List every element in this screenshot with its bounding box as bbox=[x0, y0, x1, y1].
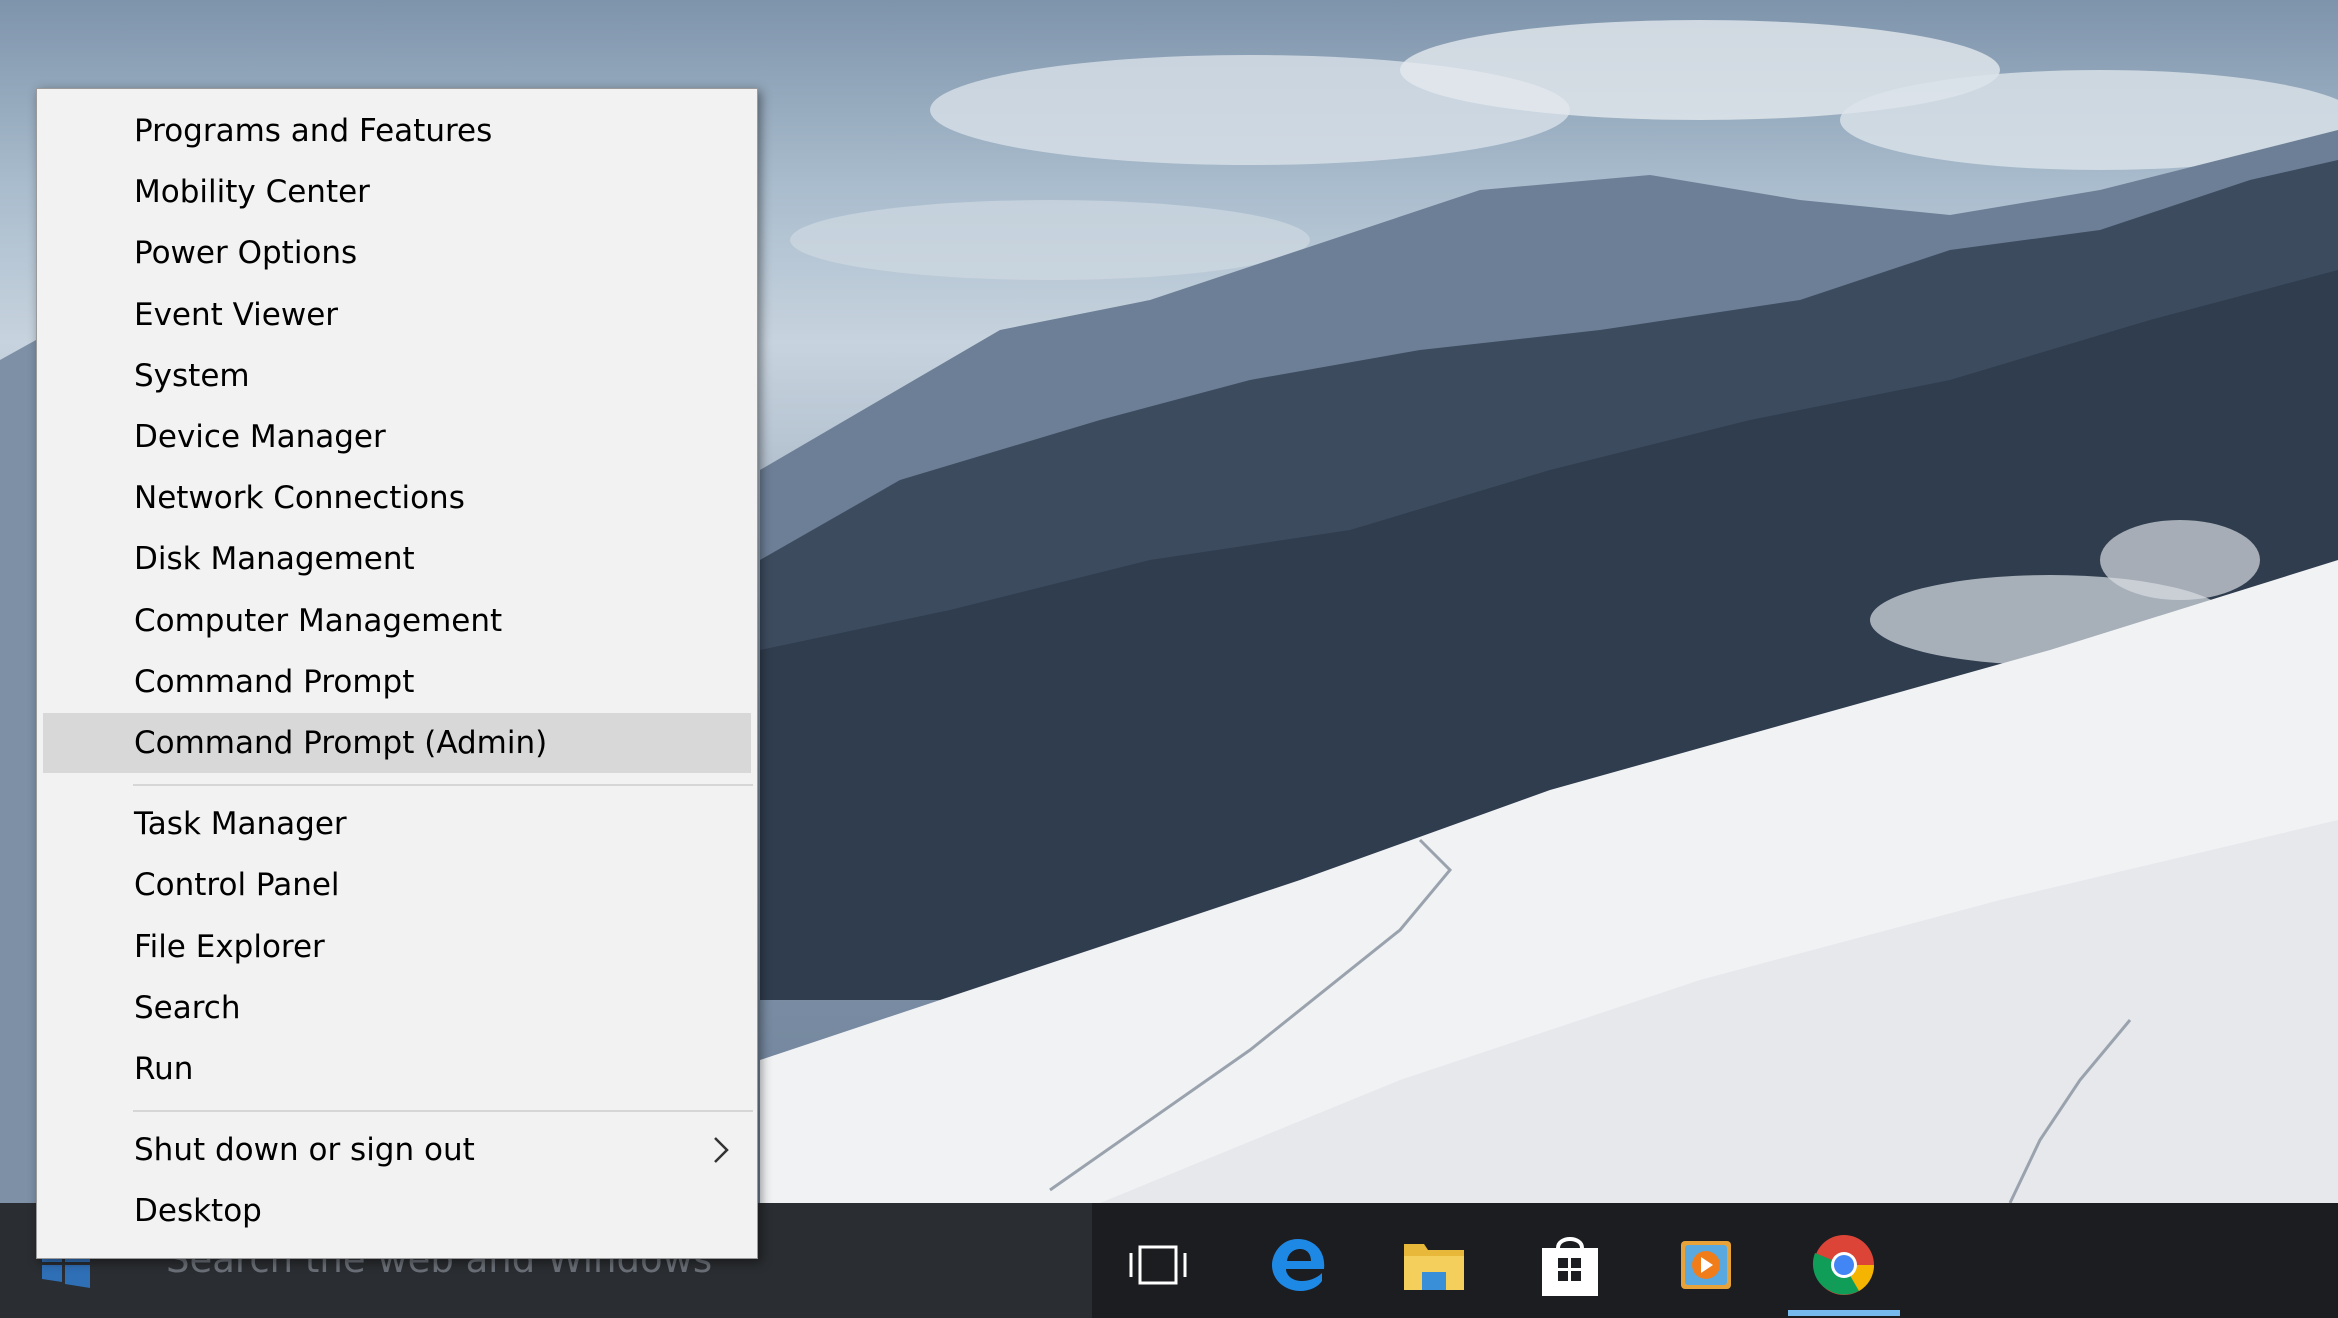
menu-item-label: Search bbox=[134, 989, 241, 1026]
menu-item-run[interactable]: Run bbox=[43, 1039, 751, 1099]
menu-item-label: Desktop bbox=[134, 1193, 262, 1230]
menu-item-device-manager[interactable]: Device Manager bbox=[43, 407, 751, 467]
menu-item-command-prompt[interactable]: Command Prompt bbox=[43, 652, 751, 712]
menu-item-programs-and-features[interactable]: Programs and Features bbox=[43, 101, 751, 161]
menu-item-label: Disk Management bbox=[134, 541, 415, 578]
menu-item-label: File Explorer bbox=[134, 928, 325, 965]
menu-item-desktop[interactable]: Desktop bbox=[43, 1181, 751, 1241]
menu-item-disk-management[interactable]: Disk Management bbox=[43, 529, 751, 589]
menu-item-label: Control Panel bbox=[134, 867, 340, 904]
store-icon[interactable] bbox=[1524, 1222, 1616, 1308]
menu-item-label: Command Prompt bbox=[134, 663, 415, 700]
menu-item-mobility-center[interactable]: Mobility Center bbox=[43, 162, 751, 222]
menu-item-label: Run bbox=[134, 1051, 194, 1087]
menu-item-shut-down-or-sign-out[interactable]: Shut down or sign out bbox=[43, 1120, 751, 1180]
menu-item-label: Device Manager bbox=[134, 419, 386, 455]
menu-item-search[interactable]: Search bbox=[43, 978, 751, 1038]
menu-item-label: Power Options bbox=[134, 235, 358, 272]
file-explorer-icon[interactable] bbox=[1388, 1222, 1480, 1308]
menu-item-power-options[interactable]: Power Options bbox=[43, 223, 751, 283]
media-player-icon[interactable] bbox=[1660, 1222, 1752, 1308]
menu-item-label: Computer Management bbox=[134, 602, 503, 639]
menu-item-label: Task Manager bbox=[134, 806, 347, 843]
menu-item-label: Shut down or sign out bbox=[134, 1132, 475, 1169]
menu-item-label: Event Viewer bbox=[134, 296, 339, 333]
menu-item-event-viewer[interactable]: Event Viewer bbox=[43, 285, 751, 345]
menu-item-label: System bbox=[134, 357, 250, 394]
chrome-icon[interactable] bbox=[1798, 1222, 1890, 1308]
menu-item-task-manager[interactable]: Task Manager bbox=[43, 794, 751, 854]
menu-item-label: Network Connections bbox=[134, 480, 465, 517]
menu-item-control-panel[interactable]: Control Panel bbox=[43, 855, 751, 915]
quick-link-context-menu: Programs and Features Mobility Center Powe… bbox=[36, 88, 758, 1259]
task-view-icon[interactable] bbox=[1112, 1222, 1204, 1308]
active-app-indicator bbox=[1788, 1310, 1900, 1316]
menu-item-label: Programs and Features bbox=[134, 113, 493, 149]
menu-separator bbox=[133, 784, 753, 787]
menu-item-file-explorer[interactable]: File Explorer bbox=[43, 917, 751, 977]
edge-icon[interactable] bbox=[1252, 1222, 1344, 1308]
menu-item-network-connections[interactable]: Network Connections bbox=[43, 468, 751, 528]
menu-item-label: Mobility Center bbox=[134, 174, 370, 211]
menu-item-command-prompt-admin[interactable]: Command Prompt (Admin) bbox=[43, 713, 751, 773]
chevron-right-icon bbox=[714, 1137, 729, 1164]
menu-separator bbox=[133, 1110, 753, 1113]
menu-item-label: Command Prompt (Admin) bbox=[134, 725, 548, 761]
menu-item-system[interactable]: System bbox=[43, 346, 751, 406]
menu-item-computer-management[interactable]: Computer Management bbox=[43, 591, 751, 651]
